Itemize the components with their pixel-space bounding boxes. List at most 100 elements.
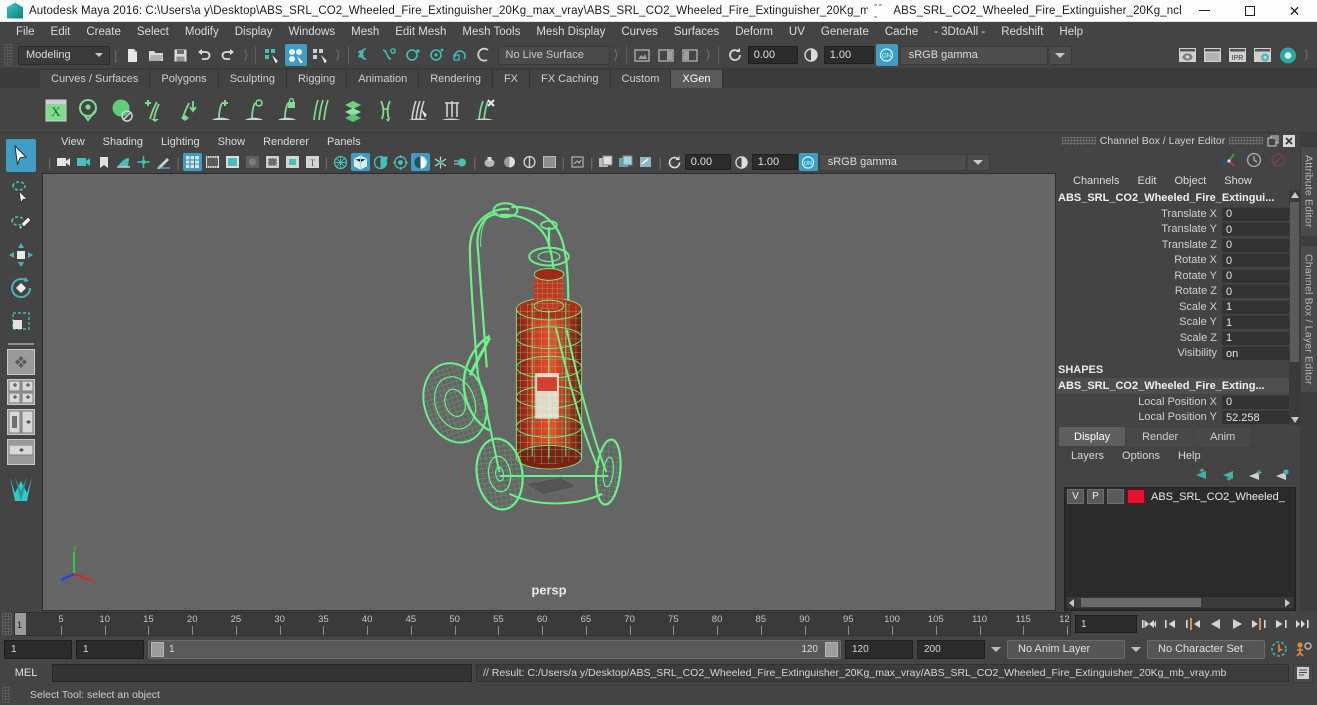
cb-menu-show[interactable]: Show (1215, 175, 1261, 187)
shelf-tab-fx-caching[interactable]: FX Caching (530, 70, 611, 88)
menu-deform[interactable]: Deform (727, 25, 781, 39)
range-bar[interactable]: 1 120 (148, 639, 841, 659)
layer-shading-toggle[interactable] (1107, 489, 1124, 504)
close-button[interactable]: ✕ (1272, 0, 1317, 22)
lasso-select-tool-button[interactable] (6, 172, 36, 205)
snap-to-point-button[interactable] (402, 44, 424, 66)
step-back-keyframe-button[interactable] (1161, 614, 1181, 634)
menu-mesh-display[interactable]: Mesh Display (528, 25, 613, 39)
current-time-indicator[interactable]: 1 (15, 613, 26, 635)
paint-select-tool-button[interactable] (6, 205, 36, 238)
redo-button[interactable] (217, 44, 239, 66)
gamma-field[interactable]: 1.00 (823, 46, 874, 64)
le-menu-layers[interactable]: Layers (1062, 450, 1113, 462)
minimize-button[interactable] (1182, 0, 1227, 22)
menu-file[interactable]: File (8, 25, 43, 39)
menu-help[interactable]: Help (1051, 25, 1091, 39)
shadows-icon[interactable] (411, 153, 431, 171)
menu-set-selector[interactable]: Modeling (18, 45, 110, 65)
tab-anim[interactable]: Anim (1195, 427, 1251, 446)
menu-select[interactable]: Select (129, 25, 177, 39)
duplicate-view-icon[interactable] (596, 153, 615, 171)
menu-edit-mesh[interactable]: Edit Mesh (387, 25, 454, 39)
snap-to-view-planes-button[interactable] (450, 44, 472, 66)
two-d-pan-zoom-icon[interactable] (134, 153, 153, 171)
viewport-gamma-field[interactable]: 1.00 (751, 154, 798, 170)
menu-create[interactable]: Create (78, 25, 129, 39)
panel-grip-right[interactable] (1229, 137, 1263, 145)
layer-list-horizontal-scrollbar[interactable] (1067, 597, 1293, 608)
character-set-dropdown-arrow[interactable] (1129, 640, 1143, 659)
channel-box-scrollbar[interactable] (1289, 190, 1300, 425)
cb-menu-edit[interactable]: Edit (1128, 175, 1165, 187)
xgen-grow-icon[interactable] (205, 94, 237, 126)
xray-joints-icon[interactable] (520, 153, 539, 171)
le-menu-options[interactable]: Options (1113, 450, 1169, 462)
scale-tool-button[interactable] (6, 304, 36, 337)
live-surface-field[interactable]: No Live Surface (497, 45, 610, 65)
menu-modify[interactable]: Modify (177, 25, 227, 39)
menu-edit[interactable]: Edit (43, 25, 79, 39)
color-space-field[interactable]: sRGB gamma (899, 45, 1048, 65)
undo-button[interactable] (193, 44, 215, 66)
shelf-tab-polygons[interactable]: Polygons (150, 70, 219, 88)
exposure-control-icon[interactable] (568, 153, 587, 171)
toggle-field-chart-icon[interactable] (243, 153, 262, 171)
toggle-safe-title-icon[interactable] (283, 153, 302, 171)
smooth-shade-all-icon[interactable] (351, 153, 371, 171)
tab-render[interactable]: Render (1127, 427, 1194, 446)
xgen-delete-icon[interactable] (469, 94, 501, 126)
create-empty-layer-icon[interactable] (1246, 468, 1263, 482)
shelf-tab-fx[interactable]: FX (492, 70, 531, 88)
menu-mesh[interactable]: Mesh (343, 25, 387, 39)
make-live-button[interactable] (474, 44, 496, 66)
viewport-menu-lighting[interactable]: Lighting (152, 136, 209, 148)
le-menu-help[interactable]: Help (1169, 450, 1210, 462)
save-scene-button[interactable] (169, 44, 191, 66)
four-pane-layout-button[interactable] (7, 379, 35, 405)
xgen-sphere-icon[interactable] (106, 94, 138, 126)
shelf-tab-custom[interactable]: Custom (610, 70, 672, 88)
layer-name[interactable]: ABS_SRL_CO2_Wheeled_ (1148, 491, 1285, 503)
gamma-reset-icon[interactable] (800, 44, 822, 66)
move-layer-down-icon[interactable] (1219, 468, 1236, 482)
exposure-field[interactable]: 0.00 (747, 46, 798, 64)
shelf-tab-sculpting[interactable]: Sculpting (218, 70, 287, 88)
layer-row[interactable]: V P ABS_SRL_CO2_Wheeled_ (1065, 488, 1295, 505)
render-sequence-button[interactable] (1202, 44, 1224, 66)
command-input[interactable] (52, 664, 472, 682)
wireframe-shading-icon[interactable] (331, 153, 350, 171)
xgen-circle-icon[interactable] (238, 94, 270, 126)
toggle-title-safe-text-icon[interactable]: T (303, 153, 322, 171)
gamma-reset-viewport-icon[interactable] (665, 153, 684, 171)
create-layer-from-selected-icon[interactable] (1273, 468, 1290, 482)
bookmark-icon[interactable] (94, 153, 113, 171)
statusline-grip[interactable] (4, 44, 13, 66)
character-set-selector[interactable]: No Character Set (1147, 639, 1265, 659)
menu-curves[interactable]: Curves (613, 25, 665, 39)
two-pane-layout-button[interactable] (7, 409, 35, 435)
snap-to-curve-button[interactable] (378, 44, 400, 66)
xgen-preview-icon[interactable] (73, 94, 105, 126)
select-by-hierarchy-button[interactable] (261, 44, 283, 66)
playback-start-field[interactable]: 1 (76, 639, 144, 659)
xgen-patches-icon[interactable] (337, 94, 369, 126)
play-backwards-button[interactable] (1205, 614, 1225, 634)
go-to-start-button[interactable] (1139, 614, 1159, 634)
copy-view-icon[interactable] (616, 153, 635, 171)
xgen-editor-icon[interactable]: X (40, 94, 72, 126)
camera-attributes-icon[interactable] (74, 153, 93, 171)
cb-menu-object[interactable]: Object (1165, 175, 1215, 187)
select-camera-icon[interactable] (54, 153, 73, 171)
hscroll-thumb[interactable] (1081, 598, 1201, 607)
persp-viewport[interactable]: persp y x z (42, 173, 1056, 611)
snap-to-projected-center-button[interactable] (426, 44, 448, 66)
isolate-select-icon[interactable] (480, 153, 499, 171)
xray-active-components-icon[interactable] (540, 153, 559, 171)
anim-end-field[interactable]: 200 (917, 639, 985, 659)
display-layer-list[interactable]: V P ABS_SRL_CO2_Wheeled_ (1064, 487, 1296, 611)
command-language-label[interactable]: MEL (4, 667, 48, 679)
use-all-lights-icon[interactable] (391, 153, 410, 171)
snap-to-grid-button[interactable] (354, 44, 376, 66)
viewport-exposure-field[interactable]: 0.00 (684, 154, 731, 170)
